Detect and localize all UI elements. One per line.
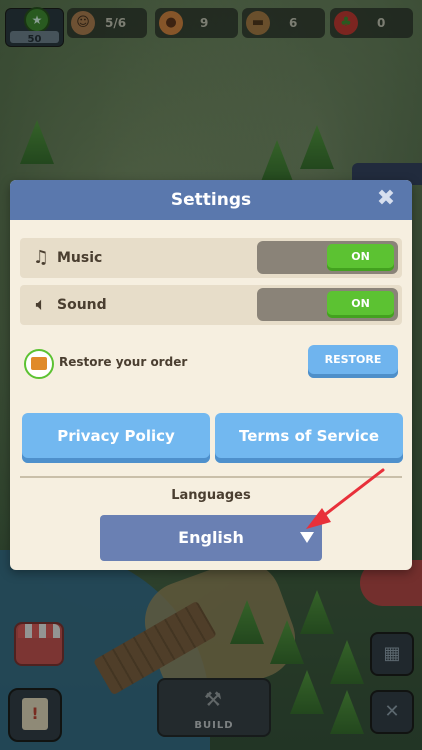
basket-icon [24,349,54,379]
restore-label: Restore your order [59,355,188,369]
dialog-header: Settings ✖ [10,180,412,220]
speaker-icon: 🔈︎ [35,294,47,315]
sound-label: Sound [57,297,107,313]
privacy-policy-button[interactable]: Privacy Policy [22,413,210,463]
divider [20,476,402,478]
music-label: Music [57,250,103,266]
close-icon[interactable]: ✖ [374,187,398,211]
sound-toggle-on-indicator: ON [327,291,394,318]
sound-row: 🔈︎ Sound ON [20,285,402,325]
music-note-icon: ♫ [32,247,50,268]
language-value: English [178,528,244,547]
languages-heading: Languages [171,488,251,503]
terms-of-service-button[interactable]: Terms of Service [215,413,403,463]
settings-dialog: Settings ✖ ♫ Music ON 🔈︎ Sound ON Restor… [10,180,412,570]
music-toggle-state: ON [351,250,370,263]
music-row: ♫ Music ON [20,238,402,278]
music-toggle[interactable]: ON [257,241,398,274]
basket-icon-body [31,357,47,370]
sound-toggle-state: ON [351,297,370,310]
dialog-title: Settings [170,190,252,210]
music-toggle-on-indicator: ON [327,244,394,271]
language-dropdown[interactable]: English [100,515,322,561]
dropdown-caret-icon [300,532,314,543]
sound-toggle[interactable]: ON [257,288,398,321]
restore-button[interactable]: RESTORE [308,345,398,378]
